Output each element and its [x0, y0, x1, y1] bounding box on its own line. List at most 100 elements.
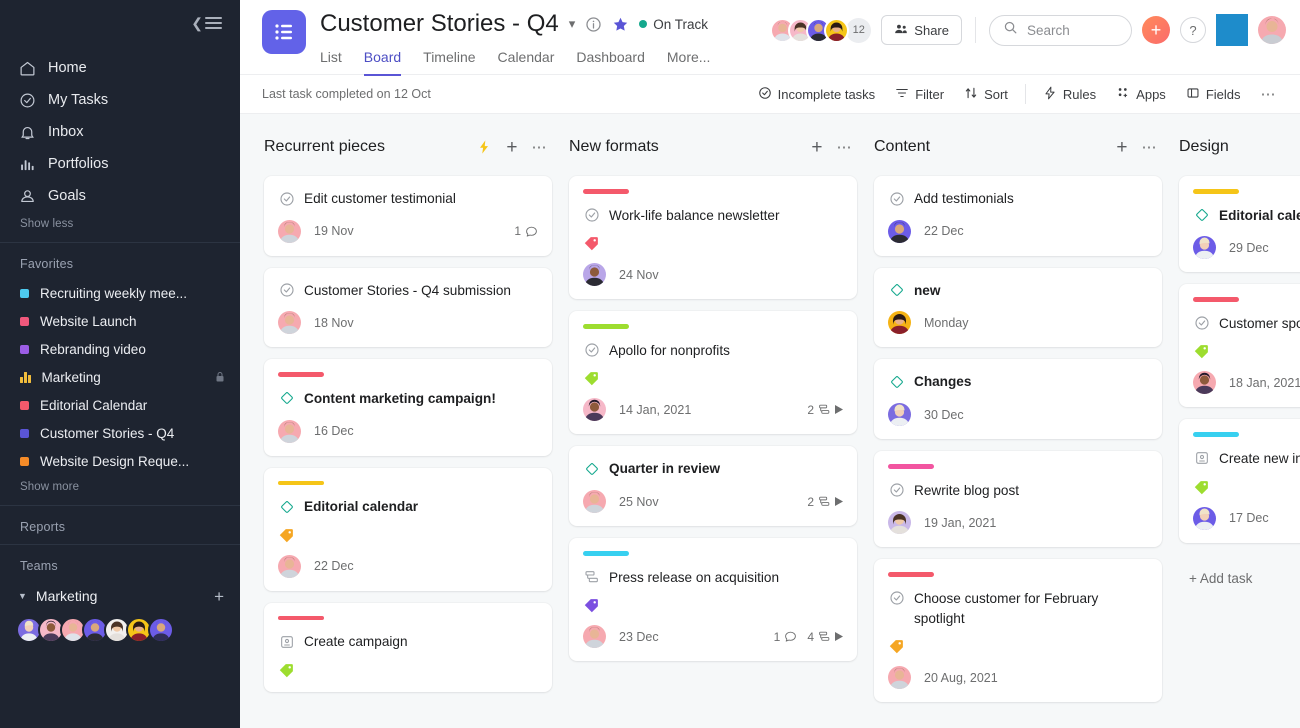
- show-more-link[interactable]: Show more: [0, 475, 240, 503]
- chevron-down-icon[interactable]: ▾: [569, 16, 576, 32]
- reports-section[interactable]: Reports: [0, 506, 240, 542]
- check-circle-icon[interactable]: [278, 282, 295, 299]
- star-icon[interactable]: [612, 16, 629, 33]
- assignee-avatar[interactable]: [888, 403, 911, 426]
- assignee-avatar[interactable]: [583, 625, 606, 648]
- subtask-count[interactable]: 2: [807, 403, 843, 417]
- assignee-avatar[interactable]: [583, 263, 606, 286]
- assignee-avatar[interactable]: [888, 220, 911, 243]
- ellipsis-icon[interactable]: ⋯: [1142, 140, 1159, 155]
- tab-timeline[interactable]: Timeline: [423, 45, 475, 76]
- check-circle-icon[interactable]: [888, 482, 905, 499]
- check-circle-icon[interactable]: [583, 207, 600, 224]
- add-button[interactable]: +: [1142, 16, 1170, 44]
- sidebar-item-home[interactable]: Home: [0, 52, 240, 84]
- show-less-link[interactable]: Show less: [0, 212, 240, 240]
- check-circle-icon[interactable]: [1193, 315, 1210, 332]
- tab-dashboard[interactable]: Dashboard: [576, 45, 645, 76]
- comment-count[interactable]: 1: [514, 224, 538, 238]
- incomplete-tasks-button[interactable]: Incomplete tasks: [749, 80, 885, 108]
- status-badge[interactable]: On Track: [639, 17, 708, 32]
- assignee-avatar[interactable]: [888, 511, 911, 534]
- task-card[interactable]: Create campaign: [264, 603, 552, 692]
- task-card[interactable]: Changes 30 Dec: [874, 359, 1162, 439]
- add-task-icon[interactable]: +: [811, 138, 822, 157]
- favorite-item-website-launch[interactable]: Website Launch: [0, 307, 240, 335]
- favorite-item-customer-stories-q4[interactable]: Customer Stories - Q4: [0, 419, 240, 447]
- task-card[interactable]: Edit customer testimonial 19 Nov 1: [264, 176, 552, 256]
- task-card[interactable]: Apollo for nonprofits 14 Jan, 2021: [569, 311, 857, 434]
- assignee-avatar[interactable]: [1193, 236, 1216, 259]
- avatar[interactable]: [148, 617, 174, 643]
- task-card[interactable]: Editorial calendar 29 Dec: [1179, 176, 1300, 272]
- assignee-avatar[interactable]: [278, 420, 301, 443]
- milestone-icon[interactable]: [583, 460, 600, 477]
- subtask-count[interactable]: 2: [807, 495, 843, 509]
- more-options-button[interactable]: ⋯: [1252, 80, 1287, 108]
- member-count-badge[interactable]: 12: [846, 18, 871, 43]
- apps-button[interactable]: Apps: [1107, 80, 1175, 108]
- sidebar-item-my-tasks[interactable]: My Tasks: [0, 84, 240, 116]
- assignee-avatar[interactable]: [278, 220, 301, 243]
- add-task-button[interactable]: + Add task: [1179, 555, 1300, 586]
- favorite-item-rebranding-video[interactable]: Rebranding video: [0, 335, 240, 363]
- task-card[interactable]: Customer spotlight 18 Jan, 2021: [1179, 284, 1300, 407]
- favorite-item-recruiting[interactable]: Recruiting weekly mee...: [0, 279, 240, 307]
- assignee-avatar[interactable]: [1193, 507, 1216, 530]
- subtask-icon[interactable]: [583, 569, 600, 586]
- assignee-avatar[interactable]: [278, 311, 301, 334]
- sidebar-item-inbox[interactable]: Inbox: [0, 116, 240, 148]
- assignee-avatar[interactable]: [278, 555, 301, 578]
- task-card[interactable]: Press release on acquisition 23 Dec: [569, 538, 857, 661]
- user-avatar[interactable]: [1258, 16, 1286, 44]
- comment-count[interactable]: 1: [774, 630, 798, 644]
- tab-board[interactable]: Board: [364, 45, 401, 76]
- help-button[interactable]: ?: [1180, 17, 1206, 43]
- check-circle-icon[interactable]: [888, 590, 905, 607]
- avatar[interactable]: [824, 18, 849, 43]
- check-circle-icon[interactable]: [278, 190, 295, 207]
- ellipsis-icon[interactable]: ⋯: [837, 140, 854, 155]
- task-card[interactable]: Choose customer for February spotlight 2…: [874, 559, 1162, 702]
- assignee-avatar[interactable]: [583, 490, 606, 513]
- tab-list[interactable]: List: [320, 45, 342, 76]
- task-card[interactable]: Create new invite 17 Dec: [1179, 419, 1300, 542]
- milestone-icon[interactable]: [278, 498, 295, 515]
- rules-button[interactable]: Rules: [1034, 80, 1105, 108]
- check-circle-icon[interactable]: [583, 342, 600, 359]
- search-field[interactable]: [1027, 23, 1118, 38]
- task-card[interactable]: Rewrite blog post 19 Jan, 2021: [874, 451, 1162, 547]
- task-card[interactable]: Add testimonials 22 Dec: [874, 176, 1162, 256]
- milestone-icon[interactable]: [1193, 207, 1210, 224]
- info-icon[interactable]: [585, 16, 602, 33]
- filter-button[interactable]: Filter: [886, 80, 953, 108]
- add-team-project-button[interactable]: +: [214, 588, 224, 605]
- assignee-avatar[interactable]: [1193, 371, 1216, 394]
- milestone-icon[interactable]: [278, 390, 295, 407]
- assignee-avatar[interactable]: [888, 311, 911, 334]
- search-input[interactable]: [989, 15, 1132, 46]
- sidebar-item-portfolios[interactable]: Portfolios: [0, 148, 240, 180]
- subtask-count[interactable]: 4: [807, 630, 843, 644]
- blue-square-placeholder[interactable]: [1216, 14, 1248, 46]
- task-card[interactable]: new Monday: [874, 268, 1162, 348]
- task-card[interactable]: Customer Stories - Q4 submission 18 Nov: [264, 268, 552, 348]
- favorite-item-editorial-calendar[interactable]: Editorial Calendar: [0, 391, 240, 419]
- fields-button[interactable]: Fields: [1177, 80, 1250, 108]
- add-task-icon[interactable]: +: [506, 138, 517, 157]
- bolt-icon[interactable]: [476, 139, 492, 155]
- task-card[interactable]: Work-life balance newsletter 24 Nov: [569, 176, 857, 299]
- board-columns[interactable]: Recurrent pieces + ⋯: [240, 114, 1300, 728]
- sidebar-item-goals[interactable]: Goals: [0, 180, 240, 212]
- add-task-icon[interactable]: +: [1116, 138, 1127, 157]
- assignee-avatar[interactable]: [888, 666, 911, 689]
- task-card[interactable]: Quarter in review 25 Nov 2: [569, 446, 857, 526]
- task-card[interactable]: Content marketing campaign! 16 Dec: [264, 359, 552, 455]
- sort-button[interactable]: Sort: [955, 80, 1017, 108]
- milestone-icon[interactable]: [888, 373, 905, 390]
- favorite-item-website-design-requests[interactable]: Website Design Reque...: [0, 447, 240, 475]
- favorite-item-marketing[interactable]: Marketing: [0, 363, 240, 391]
- task-card[interactable]: Editorial calendar 22 Dec: [264, 468, 552, 591]
- approval-icon[interactable]: [1193, 450, 1210, 467]
- ellipsis-icon[interactable]: ⋯: [532, 140, 549, 155]
